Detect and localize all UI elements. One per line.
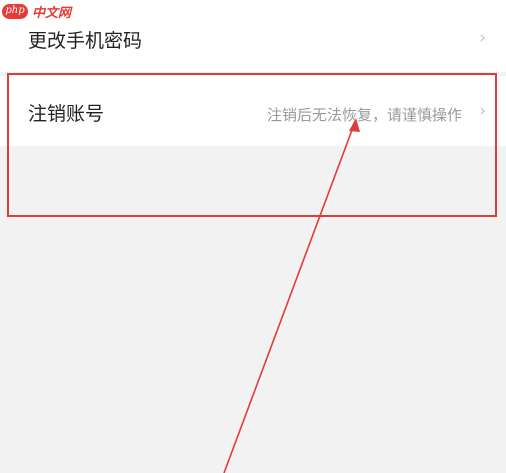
- php-logo-text: php: [5, 5, 25, 16]
- change-phone-password-row[interactable]: 更改手机密码 ›: [0, 0, 506, 72]
- change-phone-password-label: 更改手机密码: [28, 30, 143, 52]
- cancel-account-label: 注销账号: [28, 103, 105, 125]
- annotation-arrow-line: [223, 121, 356, 473]
- chevron-right-icon: ›: [479, 28, 486, 48]
- chevron-right-icon: ›: [479, 101, 486, 121]
- php-logo-icon: php: [2, 3, 28, 19]
- watermark-site-text: 中文网: [32, 5, 72, 21]
- cancel-account-row[interactable]: 注销账号 注销后无法恢复，请谨慎操作 ›: [0, 76, 506, 146]
- site-watermark: php 中文网: [2, 2, 72, 21]
- cancel-account-hint: 注销后无法恢复，请谨慎操作: [266, 106, 462, 124]
